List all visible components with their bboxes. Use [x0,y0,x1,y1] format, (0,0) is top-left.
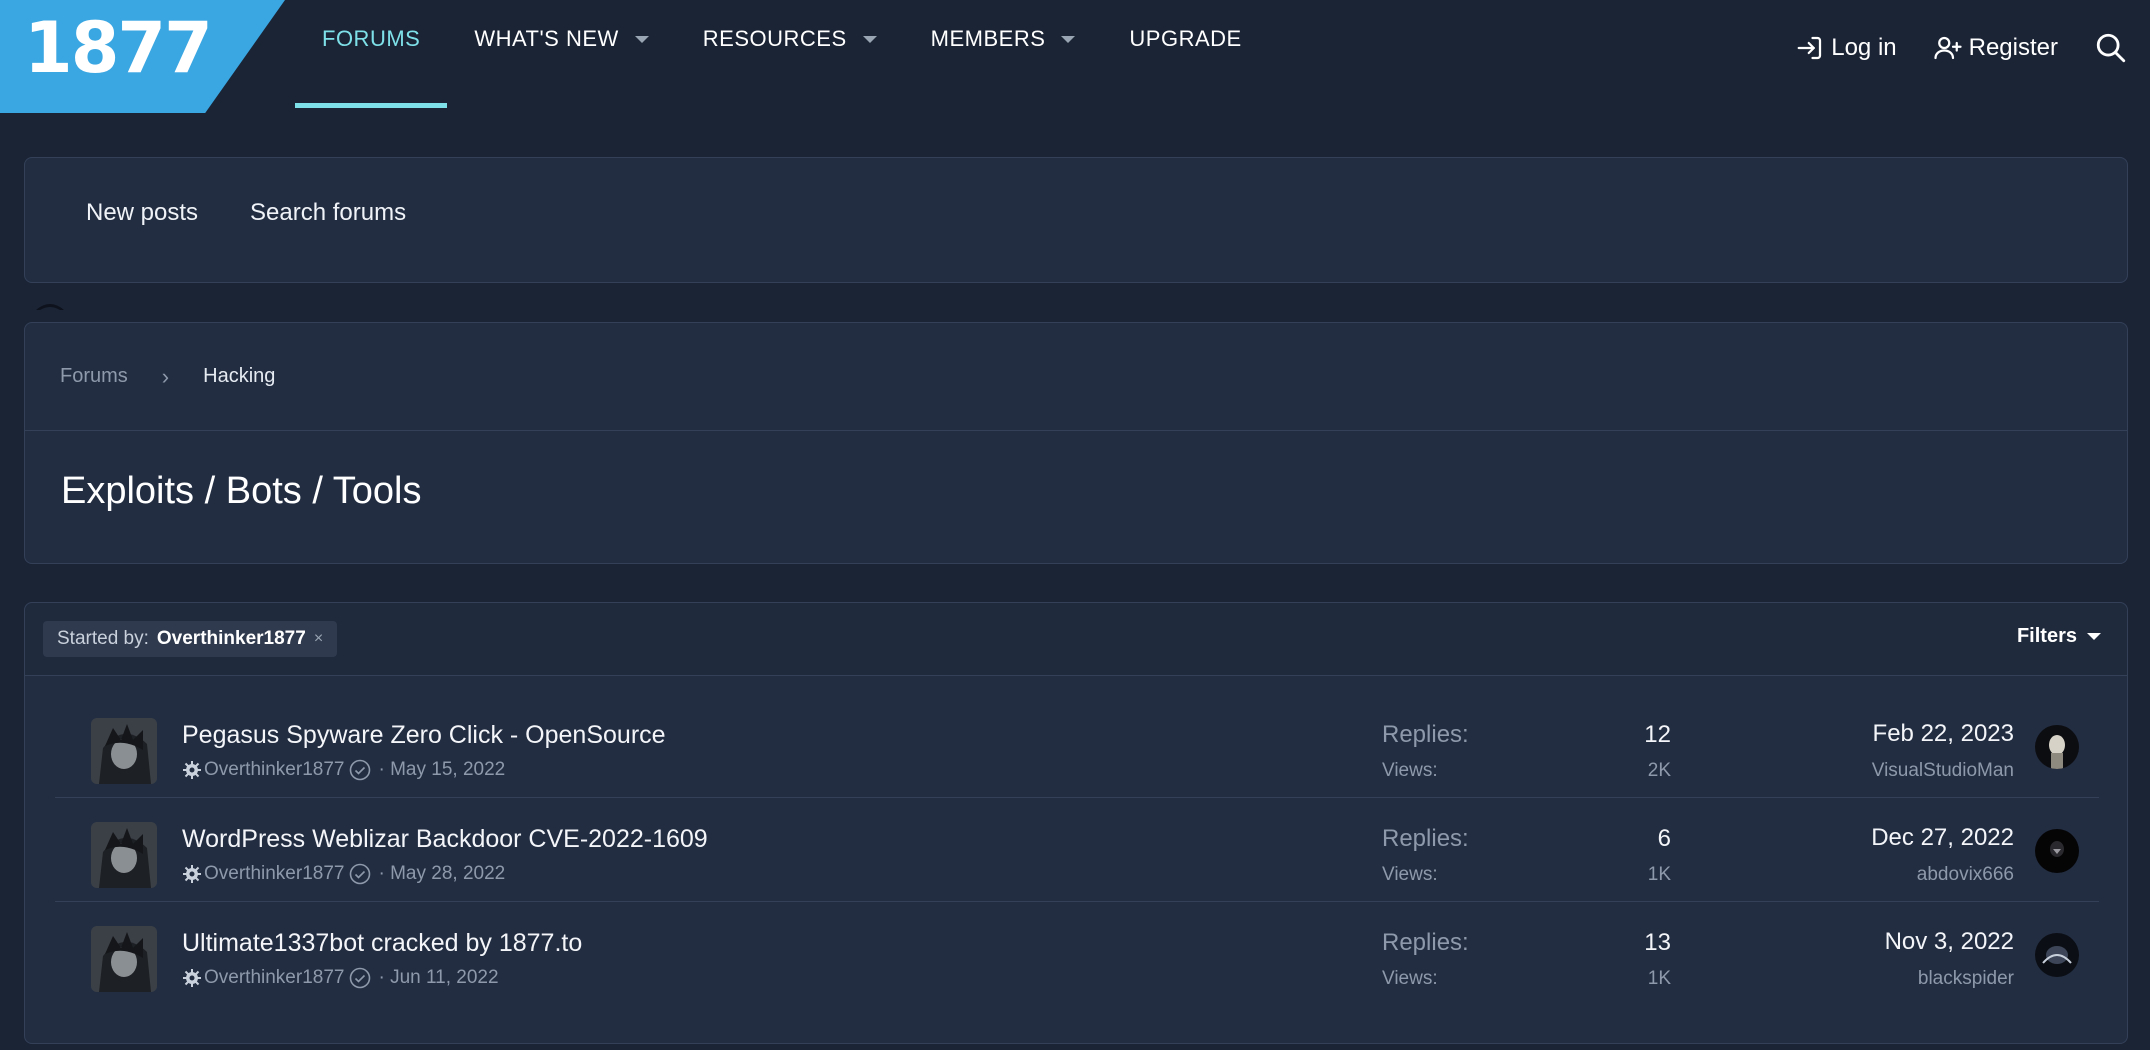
chevron-down-icon[interactable] [1061,36,1076,43]
thread-meta: Overthinker1877 · May 15, 2022 [182,758,505,782]
main-nav: FORUMS WHAT'S NEW RESOURCES MEMBERS UPGR… [295,0,1269,113]
avatar[interactable] [91,718,157,784]
replies-count: 6 [1657,825,1671,852]
thread-date[interactable]: · Jun 11, 2022 [378,967,498,989]
nav-resources-label: RESOURCES [702,26,847,51]
thread-title[interactable]: WordPress Weblizar Backdoor CVE-2022-160… [182,825,708,854]
last-post-user[interactable]: blackspider [1918,968,2014,990]
replies-label: Replies: [1382,929,1469,956]
views-label: Views: [1382,760,1438,781]
replies-count: 12 [1644,721,1671,748]
nav-forums-label: FORUMS [322,26,421,51]
login-link[interactable]: Log in [1795,33,1897,63]
nav-upgrade[interactable]: UPGRADE [1102,0,1268,108]
new-posts-link[interactable]: New posts [86,199,198,227]
top-navigation: 1877 FORUMS WHAT'S NEW RESOURCES MEMBERS… [0,0,2150,113]
verified-check-icon [350,863,371,885]
breadcrumb-separator: › [161,363,170,389]
replies-label: Replies: [1382,721,1469,748]
chevron-down-icon [2087,633,2101,640]
nav-whats-new-label: WHAT'S NEW [474,26,619,51]
breadcrumb-forums[interactable]: Forums [60,365,128,388]
filter-chip[interactable]: Started by: Overthinker1877 × [43,621,338,657]
user-badge-icon [183,865,201,883]
chevron-down-icon[interactable] [634,36,649,43]
chevron-down-icon[interactable] [862,36,877,43]
views-count: 1K [1647,968,1671,989]
table-row[interactable]: Pegasus Spyware Zero Click - OpenSource … [55,694,2099,798]
last-poster-avatar[interactable] [2035,829,2079,873]
user-plus-icon [1934,36,1962,60]
nav-upgrade-label: UPGRADE [1129,26,1242,51]
table-row[interactable]: WordPress Weblizar Backdoor CVE-2022-160… [55,798,2099,902]
breadcrumb-hacking[interactable]: Hacking [203,365,275,388]
thread-meta: Overthinker1877 · Jun 11, 2022 [182,966,499,990]
breadcrumb: Forums › Hacking [25,323,2127,431]
replies-label: Replies: [1382,825,1469,852]
replies-count: 13 [1644,929,1671,956]
thread-author[interactable]: Overthinker1877 [204,863,344,885]
nav-members-label: MEMBERS [930,26,1046,51]
thread-list: Started by: Overthinker1877 × Filters Pe… [24,602,2128,1044]
views-count: 1K [1647,864,1671,885]
verified-check-icon [350,759,371,781]
last-post-date[interactable]: Feb 22, 2023 [1873,720,2014,748]
thread-title[interactable]: Ultimate1337bot cracked by 1877.to [182,929,582,958]
nav-forums[interactable]: FORUMS [295,0,448,108]
filter-value: Overthinker1877 [156,628,306,649]
search-icon[interactable] [2094,31,2128,65]
thread-author[interactable]: Overthinker1877 [204,967,344,989]
thread-author[interactable]: Overthinker1877 [204,759,344,781]
thread-date[interactable]: · May 15, 2022 [378,759,505,781]
nav-resources[interactable]: RESOURCES [676,0,904,108]
auth-area: Log in Register [1795,0,2150,96]
site-logo[interactable]: 1877 [0,0,285,113]
views-label: Views: [1382,864,1438,885]
user-badge-icon [183,761,201,779]
login-arrow-icon [1797,36,1822,60]
page-header: Forums › Hacking Exploits / Bots / Tools [24,322,2128,564]
last-poster-avatar[interactable] [2035,725,2079,769]
table-row[interactable]: Ultimate1337bot cracked by 1877.to Overt… [55,902,2099,1006]
thread-title[interactable]: Pegasus Spyware Zero Click - OpenSource [182,721,666,750]
views-label: Views: [1382,968,1438,989]
views-count: 2K [1647,760,1671,781]
last-post-date[interactable]: Dec 27, 2022 [1871,824,2014,852]
last-post-date[interactable]: Nov 3, 2022 [1885,928,2014,956]
last-post-user[interactable]: VisualStudioMan [1872,760,2014,782]
sub-navigation: New posts Search forums [24,157,2128,283]
close-icon[interactable]: × [314,630,323,648]
filter-prefix: Started by: [57,628,149,649]
filters-label: Filters [2016,625,2077,647]
decorative-mark-icon [36,304,64,310]
avatar[interactable] [91,822,157,888]
login-label: Log in [1831,34,1897,61]
logo-text: 1877 [24,7,213,89]
filter-bar: Started by: Overthinker1877 × Filters [25,603,2127,676]
last-poster-avatar[interactable] [2035,933,2079,977]
page-title: Exploits / Bots / Tools [61,470,422,512]
nav-whats-new[interactable]: WHAT'S NEW [447,0,675,108]
user-badge-icon [183,969,201,987]
last-post-user[interactable]: abdovix666 [1917,864,2014,886]
search-forums-link[interactable]: Search forums [250,199,406,227]
register-link[interactable]: Register [1933,33,2058,63]
thread-meta: Overthinker1877 · May 28, 2022 [182,862,505,886]
nav-members[interactable]: MEMBERS [904,0,1103,108]
avatar[interactable] [91,926,157,992]
thread-date[interactable]: · May 28, 2022 [378,863,505,885]
verified-check-icon [350,967,371,989]
filters-button[interactable]: Filters [2017,625,2101,648]
register-label: Register [1968,34,2058,61]
